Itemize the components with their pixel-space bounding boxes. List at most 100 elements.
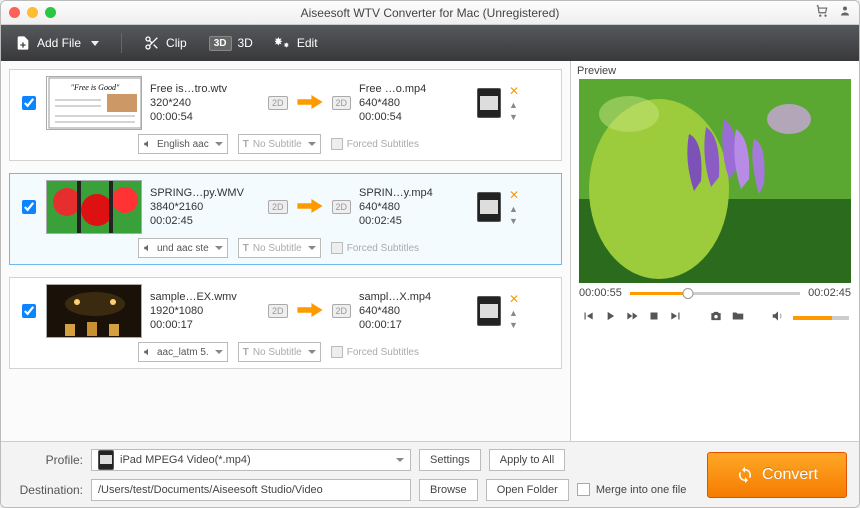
dest-resolution: 640*480 [359, 201, 469, 213]
minimize-light[interactable] [27, 7, 38, 18]
source-info: SPRING…py.WMV3840*216000:02:45 [150, 187, 260, 227]
dest-info: Free …o.mp4640*48000:00:54 [359, 83, 469, 123]
zoom-light[interactable] [45, 7, 56, 18]
dim-badge: 2D [268, 304, 288, 318]
audio-select[interactable]: und aac ste [138, 238, 228, 258]
remove-icon[interactable]: ✕ [509, 188, 519, 202]
snapshot-icon[interactable] [709, 309, 723, 326]
seek-track[interactable] [630, 292, 800, 295]
cart-icon[interactable] [815, 4, 829, 21]
destination-value: /Users/test/Documents/Aiseesoft Studio/V… [98, 484, 323, 496]
move-up-icon[interactable]: ▲ [509, 204, 519, 214]
forced-label: Forced Subtitles [347, 139, 419, 150]
subtitle-select[interactable]: TNo Subtitle [238, 238, 321, 258]
move-down-icon[interactable]: ▼ [509, 112, 519, 122]
forced-label: Forced Subtitles [347, 243, 419, 254]
source-resolution: 3840*2160 [150, 201, 260, 213]
list-item[interactable]: SPRING…py.WMV3840*216000:02:452D2DSPRIN…… [9, 173, 562, 265]
convert-button[interactable]: Convert [707, 452, 847, 498]
device-icon[interactable] [477, 192, 501, 222]
arrow-icon [296, 300, 324, 323]
thumbnail[interactable]: "Free is Good" [46, 76, 142, 130]
chevron-down-icon [396, 458, 404, 462]
subtitle-value: No Subtitle [253, 139, 302, 150]
file-list: "Free is Good" Free is…tro.wtv 320*240 00:0… [1, 61, 571, 441]
add-file-button[interactable]: Add File [15, 35, 99, 51]
edit-button[interactable]: Edit [275, 35, 318, 51]
audio-value: und aac ste [157, 243, 209, 254]
item-checkbox[interactable] [22, 96, 36, 110]
audio-value: English aac [157, 139, 209, 150]
three-d-badge: 3D [209, 36, 232, 51]
source-duration: 00:02:45 [150, 215, 260, 227]
folder-icon[interactable] [731, 309, 745, 326]
device-icon[interactable] [477, 88, 501, 118]
next-icon[interactable] [669, 309, 683, 326]
clip-label: Clip [166, 36, 187, 50]
source-name: Free is…tro.wtv [150, 83, 260, 95]
destination-field[interactable]: /Users/test/Documents/Aiseesoft Studio/V… [91, 479, 411, 501]
current-time: 00:00:55 [579, 287, 622, 299]
close-light[interactable] [9, 7, 20, 18]
forced-subtitles-checkbox[interactable]: Forced Subtitles [331, 346, 419, 358]
profile-select[interactable]: iPad MPEG4 Video(*.mp4) [91, 449, 411, 471]
settings-button[interactable]: Settings [419, 449, 481, 471]
source-resolution: 1920*1080 [150, 305, 260, 317]
dest-duration: 00:02:45 [359, 215, 469, 227]
item-checkbox[interactable] [22, 304, 36, 318]
move-down-icon[interactable]: ▼ [509, 320, 519, 330]
video-preview[interactable] [579, 79, 851, 283]
dest-duration: 00:00:17 [359, 319, 469, 331]
volume-track[interactable] [793, 316, 849, 320]
three-d-label: 3D [238, 36, 253, 50]
item-side-buttons: ✕ ▲ ▼ [509, 84, 519, 122]
dest-resolution: 640*480 [359, 97, 469, 109]
list-item[interactable]: sample…EX.wmv1920*108000:00:172D2Dsampl…… [9, 277, 562, 369]
bottom-left: Profile: iPad MPEG4 Video(*.mp4) Setting… [13, 449, 695, 501]
item-checkbox[interactable] [22, 200, 36, 214]
volume-icon[interactable] [771, 309, 785, 326]
source-info: sample…EX.wmv1920*108000:00:17 [150, 291, 260, 331]
destination-label: Destination: [13, 483, 83, 497]
move-up-icon[interactable]: ▲ [509, 100, 519, 110]
audio-select[interactable]: aac_latm 5. [138, 342, 228, 362]
toolbar-separator [121, 33, 122, 53]
merge-label: Merge into one file [596, 484, 687, 496]
checkbox-icon [577, 483, 590, 496]
source-resolution: 320*240 [150, 97, 260, 109]
toolbar: Add File Clip 3D 3D Edit [1, 25, 859, 61]
merge-checkbox[interactable]: Merge into one file [577, 483, 687, 496]
profile-value: iPad MPEG4 Video(*.mp4) [120, 454, 251, 466]
thumbnail[interactable] [46, 180, 142, 234]
fast-forward-icon[interactable] [625, 309, 639, 326]
subtitle-select[interactable]: TNo Subtitle [238, 342, 321, 362]
thumbnail[interactable] [46, 284, 142, 338]
apply-all-button[interactable]: Apply to All [489, 449, 565, 471]
subtitle-select[interactable]: TNo Subtitle [238, 134, 321, 154]
browse-button[interactable]: Browse [419, 479, 478, 501]
user-icon[interactable] [839, 4, 851, 21]
dest-info: sampl…X.mp4640*48000:00:17 [359, 291, 469, 331]
forced-label: Forced Subtitles [347, 347, 419, 358]
move-up-icon[interactable]: ▲ [509, 308, 519, 318]
list-item[interactable]: "Free is Good"Free is…tro.wtv320*24000:0… [9, 69, 562, 161]
device-icon[interactable] [477, 296, 501, 326]
move-down-icon[interactable]: ▼ [509, 216, 519, 226]
stop-icon[interactable] [647, 309, 661, 326]
play-icon[interactable] [603, 309, 617, 326]
svg-text:"Free is Good": "Free is Good" [71, 83, 120, 92]
audio-select[interactable]: English aac [138, 134, 228, 154]
forced-subtitles-checkbox[interactable]: Forced Subtitles [331, 138, 419, 150]
remove-icon[interactable]: ✕ [509, 292, 519, 306]
clip-button[interactable]: Clip [144, 35, 187, 51]
bottom-bar: Profile: iPad MPEG4 Video(*.mp4) Setting… [1, 441, 859, 507]
titlebar: Aiseesoft WTV Converter for Mac (Unregis… [1, 1, 859, 25]
chevron-down-icon[interactable] [91, 41, 99, 46]
remove-icon[interactable]: ✕ [509, 84, 519, 98]
three-d-button[interactable]: 3D 3D [209, 36, 253, 51]
time-bar: 00:00:55 00:02:45 [571, 283, 859, 303]
prev-icon[interactable] [581, 309, 595, 326]
open-folder-button[interactable]: Open Folder [486, 479, 569, 501]
dest-resolution: 640*480 [359, 305, 469, 317]
forced-subtitles-checkbox[interactable]: Forced Subtitles [331, 242, 419, 254]
